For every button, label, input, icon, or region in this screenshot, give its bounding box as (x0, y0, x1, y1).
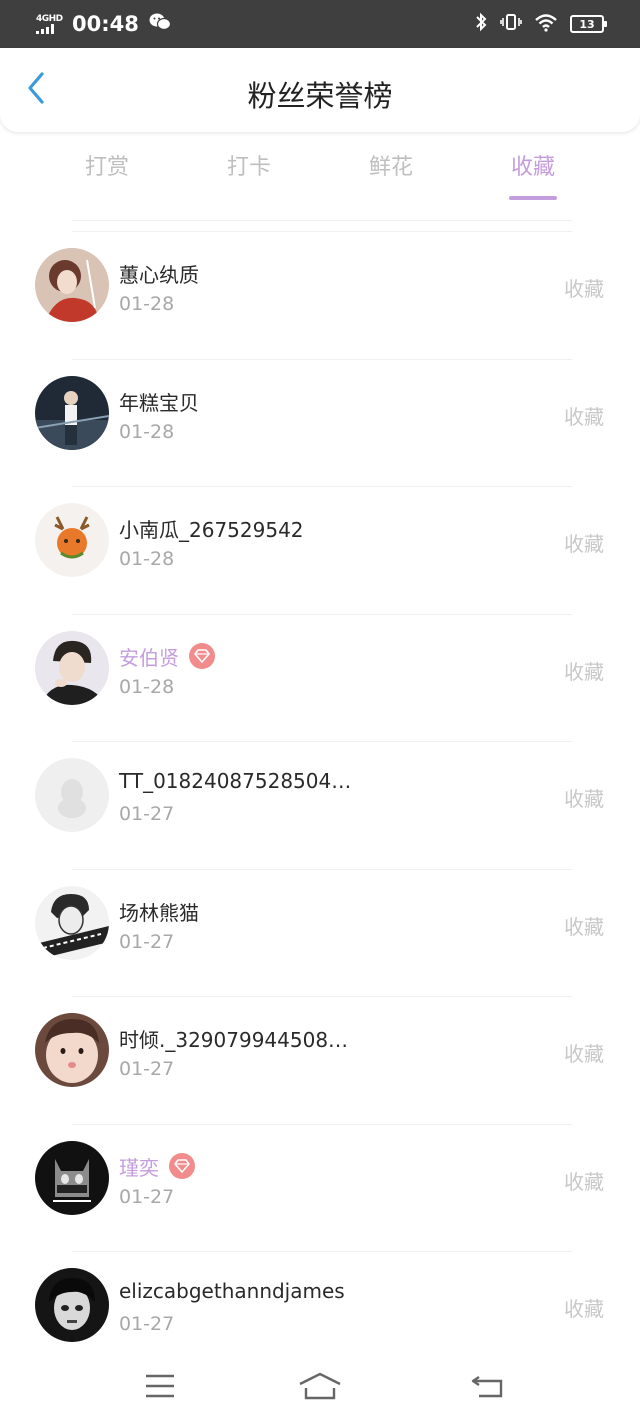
tab-flowers[interactable]: 鲜花 (320, 150, 462, 202)
tab-reward[interactable]: 打赏 (36, 150, 178, 202)
wechat-icon (149, 12, 171, 36)
date: 01-27 (119, 1058, 175, 1080)
header: 粉丝荣誉榜 (0, 48, 640, 132)
user-name: 安伯贤 (119, 645, 179, 670)
row-divider (72, 1251, 572, 1252)
avatar[interactable] (35, 1013, 109, 1087)
menu-button[interactable] (136, 1370, 184, 1406)
row-divider (72, 741, 572, 742)
date: 01-27 (119, 1313, 175, 1335)
date: 01-28 (119, 548, 175, 570)
avatar[interactable] (35, 1140, 109, 1215)
avatar[interactable] (35, 885, 109, 960)
system-nav-bar (0, 1350, 640, 1422)
bluetooth-icon (474, 12, 488, 36)
name-wrap: 安伯贤 (119, 642, 215, 671)
user-name: 瑾奕 (119, 1155, 159, 1180)
menu-icon (144, 1373, 176, 1403)
action-label: 收藏 (564, 1042, 604, 1066)
list-item[interactable]: 瑾奕 01-27 收藏 (0, 1123, 640, 1252)
name-wrap: elizcabgethanndjames (119, 1279, 345, 1303)
name-wrap: 瑾奕 (119, 1152, 195, 1181)
wifi-icon (534, 12, 558, 36)
fan-list: 蕙心纨质 01-28 收藏 年糕宝贝 01-28 收藏 小南瓜_26752954… (0, 231, 640, 1379)
clock: 00:48 (72, 12, 139, 36)
battery-icon: 13 (570, 15, 607, 33)
diamond-icon (189, 643, 215, 669)
name-wrap: 场林熊猫 (119, 897, 199, 926)
row-divider (72, 486, 572, 487)
name-wrap: 小南瓜_267529542 (119, 514, 304, 543)
signal-icon (36, 24, 54, 34)
action-label: 收藏 (564, 532, 604, 556)
action-label: 收藏 (564, 659, 604, 684)
user-name: TT_01824087528504… (119, 769, 352, 793)
user-name: 蕙心纨质 (119, 263, 199, 287)
user-name: 年糕宝贝 (119, 390, 199, 415)
user-name: 时倾._329079944508… (119, 1028, 349, 1052)
list-item[interactable]: 年糕宝贝 01-28 收藏 (0, 358, 640, 487)
row-divider (72, 613, 572, 615)
action-label: 收藏 (564, 1297, 604, 1321)
user-name: 场林熊猫 (119, 900, 199, 925)
avatar[interactable] (35, 630, 109, 705)
avatar[interactable] (35, 758, 109, 832)
date: 01-27 (119, 803, 175, 825)
status-bar: 4GHD 00:48 13 (0, 0, 640, 48)
avatar[interactable] (35, 503, 109, 577)
avatar[interactable] (35, 248, 109, 322)
tab-favorites[interactable]: 收藏 (462, 150, 604, 202)
diamond-icon (169, 1153, 195, 1179)
list-item[interactable]: 安伯贤 01-28 收藏 (0, 613, 640, 742)
user-name: 小南瓜_267529542 (119, 518, 304, 542)
network-indicator: 4GHD (36, 14, 66, 34)
action-label: 收藏 (564, 277, 604, 301)
date: 01-28 (119, 293, 175, 315)
row-divider (72, 231, 572, 232)
tab-checkin[interactable]: 打卡 (178, 150, 320, 202)
row-divider (72, 358, 572, 360)
list-item[interactable]: 蕙心纨质 01-28 收藏 (0, 231, 640, 359)
status-left: 4GHD 00:48 (36, 0, 171, 48)
row-divider (72, 996, 572, 997)
tab-divider (72, 220, 572, 221)
tab-bar: 打赏 打卡 鲜花 收藏 (36, 150, 604, 202)
battery-level: 13 (579, 17, 595, 31)
date: 01-28 (119, 420, 175, 443)
name-wrap: 蕙心纨质 (119, 259, 199, 288)
network-label: 4GHD (36, 14, 63, 24)
avatar[interactable] (35, 1268, 109, 1342)
date: 01-28 (119, 675, 175, 698)
name-wrap: 年糕宝贝 (119, 387, 199, 416)
status-right: 13 (474, 0, 607, 48)
list-item[interactable]: 时倾._329079944508… 01-27 收藏 (0, 996, 640, 1124)
home-icon (298, 1372, 342, 1404)
list-item[interactable]: 小南瓜_267529542 01-28 收藏 (0, 486, 640, 614)
name-wrap: TT_01824087528504… (119, 769, 351, 793)
avatar[interactable] (35, 375, 109, 450)
page-title: 粉丝荣誉榜 (247, 79, 393, 113)
vibrate-icon (500, 12, 522, 36)
home-button[interactable] (296, 1370, 344, 1406)
user-name: elizcabgethanndjames (119, 1279, 345, 1303)
name-wrap: 时倾._329079944508… (119, 1024, 348, 1053)
action-label: 收藏 (564, 787, 604, 811)
action-label: 收藏 (564, 404, 604, 429)
back-icon (471, 1373, 505, 1403)
row-divider (72, 868, 572, 870)
list-item[interactable]: 场林熊猫 01-27 收藏 (0, 868, 640, 997)
action-label: 收藏 (564, 914, 604, 939)
date: 01-27 (119, 930, 175, 953)
back-nav-button[interactable] (464, 1370, 512, 1406)
date: 01-27 (119, 1185, 175, 1208)
action-label: 收藏 (564, 1169, 604, 1194)
list-item[interactable]: TT_01824087528504… 01-27 收藏 (0, 741, 640, 869)
row-divider (72, 1123, 572, 1125)
